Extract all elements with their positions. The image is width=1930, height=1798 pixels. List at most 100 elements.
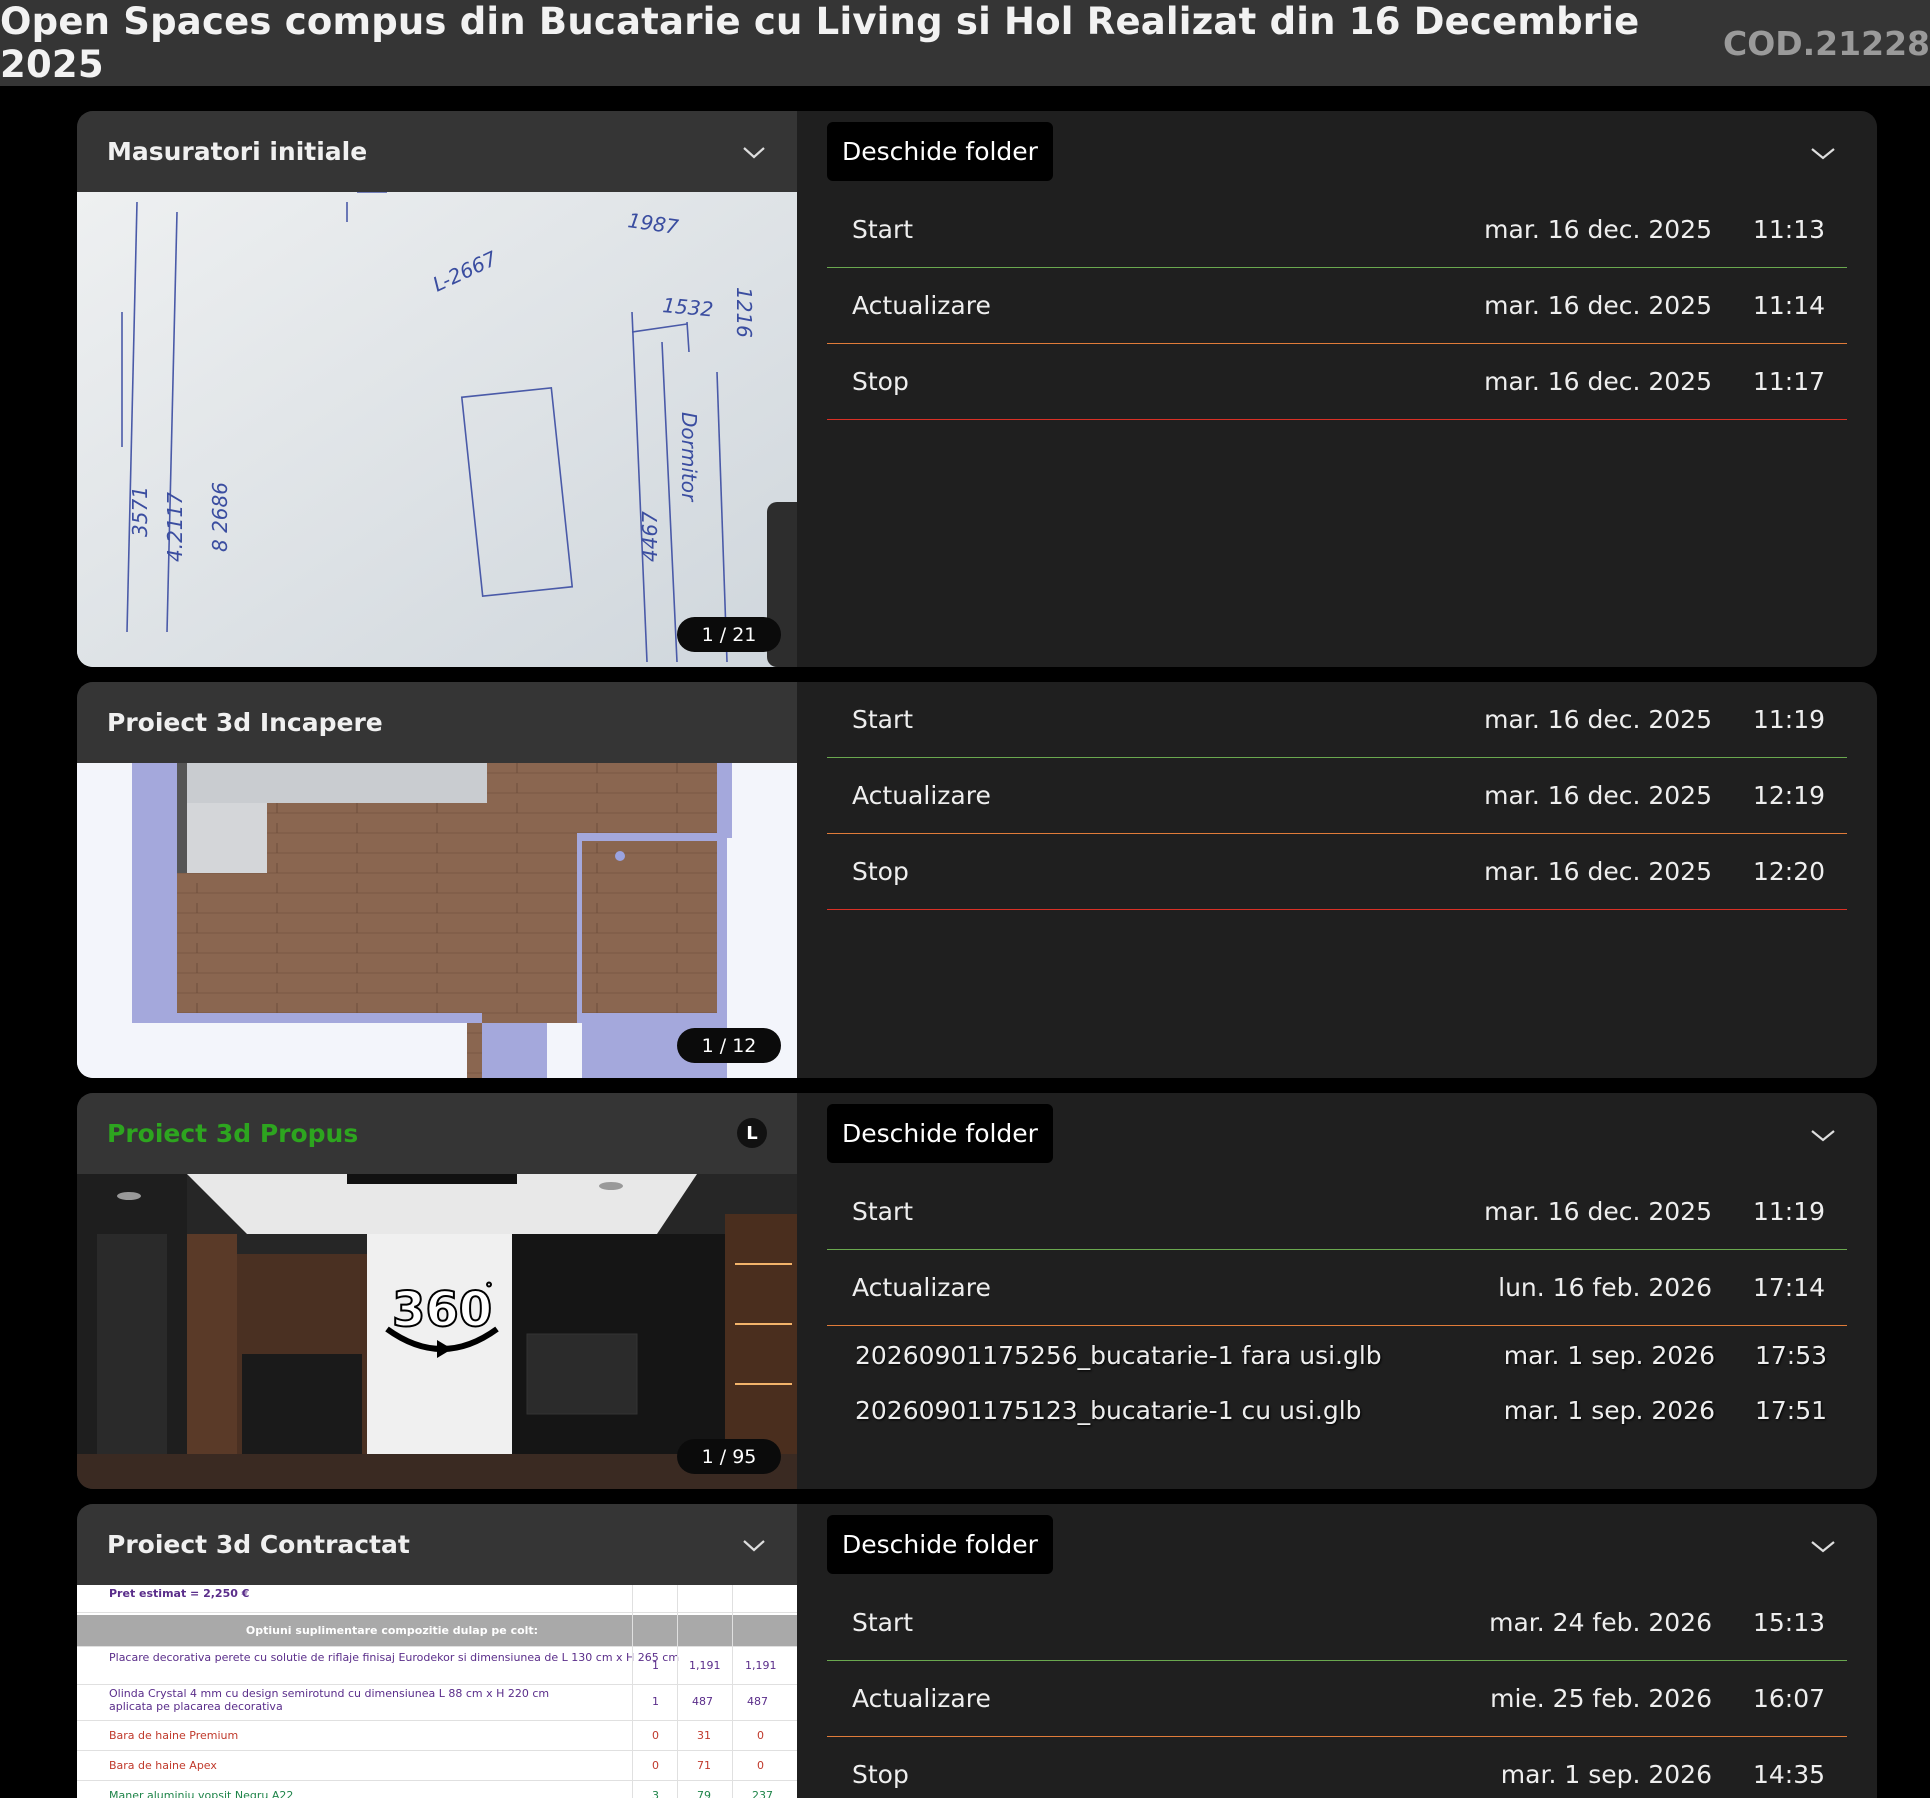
section-proiect-propus: Proiect 3d Propus L 360 ° 1 / 95 Deschid… bbox=[77, 1093, 1877, 1489]
timeline-row-update: Actualizare mar. 16 dec. 2025 11:14 bbox=[827, 268, 1847, 344]
row-date: mar. 16 dec. 2025 bbox=[1484, 857, 1712, 886]
svg-text:1532: 1532 bbox=[662, 293, 715, 321]
row-time: 12:20 bbox=[1752, 857, 1825, 886]
row-date: mie. 25 feb. 2026 bbox=[1490, 1684, 1712, 1713]
row-date: mar. 16 dec. 2025 bbox=[1484, 367, 1712, 396]
file-date: mar. 1 sep. 2026 bbox=[1503, 1396, 1715, 1425]
estimated-price: Pret estimat = 2,250 € bbox=[109, 1587, 250, 1600]
section-left: Proiect 3d Incapere 1 / 12 bbox=[77, 682, 797, 1078]
file-name: 20260901175256_bucatarie-1 fara usi.glb bbox=[855, 1341, 1382, 1370]
project-code: COD.21228 bbox=[1722, 23, 1930, 63]
row-label: Actualizare bbox=[852, 1273, 991, 1302]
file-date: mar. 1 sep. 2026 bbox=[1503, 1341, 1715, 1370]
handwritten-sketch-image: 1987 L-2667 1532 3571 4.2117 8 2686 4467… bbox=[77, 192, 797, 667]
svg-text:Dormitor: Dormitor bbox=[677, 412, 701, 503]
row-time: 17:14 bbox=[1752, 1273, 1825, 1302]
section-left: Masuratori initiale 1987 L-2667 1532 357… bbox=[77, 111, 797, 667]
row-date: mar. 16 dec. 2025 bbox=[1484, 215, 1712, 244]
360-view-icon[interactable]: 360 ° bbox=[377, 1274, 507, 1364]
section-title: Proiect 3d Propus bbox=[107, 1119, 359, 1148]
svg-text:4.2117: 4.2117 bbox=[163, 492, 187, 562]
file-time: 17:51 bbox=[1754, 1396, 1827, 1425]
svg-text:4467: 4467 bbox=[638, 511, 662, 562]
timeline-row-stop: Stop mar. 16 dec. 2025 11:17 bbox=[827, 344, 1847, 420]
section-masuratori: Masuratori initiale 1987 L-2667 1532 357… bbox=[77, 111, 1877, 667]
row-label: Actualizare bbox=[852, 781, 991, 810]
row-label: Start bbox=[852, 1608, 914, 1637]
row-date: mar. 16 dec. 2025 bbox=[1484, 705, 1712, 734]
timeline-row-stop: Stop mar. 16 dec. 2025 12:20 bbox=[827, 834, 1847, 910]
floorplan-render[interactable]: 1 / 12 bbox=[77, 763, 797, 1078]
section-left: Proiect 3d Propus L 360 ° 1 / 95 bbox=[77, 1093, 797, 1489]
open-folder-button[interactable]: Deschide folder bbox=[827, 122, 1053, 181]
spreadsheet: Pret estimat = 2,250 € Optiuni supliment… bbox=[77, 1585, 797, 1798]
row-date: mar. 16 dec. 2025 bbox=[1484, 291, 1712, 320]
row-time: 14:35 bbox=[1752, 1760, 1825, 1789]
section-right: Deschide folder Start mar. 24 feb. 2026 … bbox=[797, 1504, 1877, 1798]
row-time: 11:14 bbox=[1752, 291, 1825, 320]
row-time: 15:13 bbox=[1752, 1608, 1825, 1637]
row-time: 16:07 bbox=[1752, 1684, 1825, 1713]
interior-render-360[interactable]: 360 ° 1 / 95 bbox=[77, 1174, 797, 1489]
row-label: Stop bbox=[852, 367, 909, 396]
row-time: 11:13 bbox=[1752, 215, 1825, 244]
chevron-down-icon[interactable] bbox=[741, 139, 767, 165]
section-right: Deschide folder Start mar. 16 dec. 2025 … bbox=[797, 1093, 1877, 1489]
image-counter: 1 / 12 bbox=[677, 1028, 781, 1063]
row-date: lun. 16 feb. 2026 bbox=[1498, 1273, 1712, 1302]
timeline-row-update: Actualizare mie. 25 feb. 2026 16:07 bbox=[827, 1661, 1847, 1737]
row-label: Actualizare bbox=[852, 291, 991, 320]
page-header: Open Spaces compus din Bucatarie cu Livi… bbox=[0, 0, 1930, 86]
open-folder-button[interactable]: Deschide folder bbox=[827, 1104, 1053, 1163]
section-title: Proiect 3d Incapere bbox=[107, 708, 383, 737]
sheet-row: Maner aluminiu vopsit Negru A22 3 79 237 bbox=[77, 1781, 797, 1798]
section-header[interactable]: Proiect 3d Contractat bbox=[77, 1504, 797, 1585]
svg-text:8 2686: 8 2686 bbox=[208, 482, 232, 552]
section-proiect-contractat: Proiect 3d Contractat Pret estimat = 2,2… bbox=[77, 1504, 1877, 1798]
image-counter: 1 / 95 bbox=[677, 1439, 781, 1474]
timeline-row-update: Actualizare lun. 16 feb. 2026 17:14 bbox=[827, 1250, 1847, 1326]
row-label: Actualizare bbox=[852, 1684, 991, 1713]
row-label: Stop bbox=[852, 857, 909, 886]
row-date: mar. 24 feb. 2026 bbox=[1489, 1608, 1712, 1637]
open-folder-button[interactable]: Deschide folder bbox=[827, 1515, 1053, 1574]
timeline-row-start: Start mar. 24 feb. 2026 15:13 bbox=[827, 1585, 1847, 1661]
chevron-down-icon[interactable] bbox=[741, 1532, 767, 1558]
sheet-row: Placare decorativa perete cu solutie de … bbox=[77, 1649, 797, 1685]
svg-text:1216: 1216 bbox=[732, 287, 756, 338]
row-label: Start bbox=[852, 705, 914, 734]
row-label: Start bbox=[852, 215, 914, 244]
file-item[interactable]: 20260901175256_bucatarie-1 fara usi.glb … bbox=[827, 1341, 1847, 1391]
section-right: Start mar. 16 dec. 2025 11:19 Actualizar… bbox=[797, 682, 1877, 1078]
section-right: Deschide folder Start mar. 16 dec. 2025 … bbox=[797, 111, 1877, 667]
section-left: Proiect 3d Contractat Pret estimat = 2,2… bbox=[77, 1504, 797, 1798]
row-time: 12:19 bbox=[1752, 781, 1825, 810]
chevron-down-icon[interactable] bbox=[1809, 1532, 1837, 1560]
page-title: Open Spaces compus din Bucatarie cu Livi… bbox=[0, 0, 1640, 86]
row-date: mar. 16 dec. 2025 bbox=[1484, 1197, 1712, 1226]
row-time: 11:19 bbox=[1752, 1197, 1825, 1226]
row-label: Start bbox=[852, 1197, 914, 1226]
contract-sheet-preview[interactable]: Pret estimat = 2,250 € Optiuni supliment… bbox=[77, 1585, 797, 1798]
file-item[interactable]: 20260901175123_bucatarie-1 cu usi.glb ma… bbox=[827, 1396, 1847, 1446]
l-badge-icon[interactable]: L bbox=[737, 1118, 767, 1148]
timeline-row-start: Start mar. 16 dec. 2025 11:19 bbox=[827, 1174, 1847, 1250]
timeline-row-update: Actualizare mar. 16 dec. 2025 12:19 bbox=[827, 758, 1847, 834]
row-label: Stop bbox=[852, 1760, 909, 1789]
section-header[interactable]: Masuratori initiale bbox=[77, 111, 797, 192]
row-time: 11:19 bbox=[1752, 705, 1825, 734]
sheet-row: Bara de haine Premium 0 31 0 bbox=[77, 1721, 797, 1751]
section-title: Masuratori initiale bbox=[107, 137, 368, 166]
chevron-down-icon[interactable] bbox=[1809, 139, 1837, 167]
timeline-row-start: Start mar. 16 dec. 2025 11:13 bbox=[827, 192, 1847, 268]
sheet-row: Bara de haine Apex 0 71 0 bbox=[77, 1751, 797, 1781]
chevron-down-icon[interactable] bbox=[1809, 1121, 1837, 1149]
svg-text:3571: 3571 bbox=[128, 486, 152, 537]
row-time: 11:17 bbox=[1752, 367, 1825, 396]
row-date: mar. 16 dec. 2025 bbox=[1484, 781, 1712, 810]
svg-text:360: 360 bbox=[392, 1282, 492, 1338]
sheet-row: Olinda Crystal 4 mm cu design semirotund… bbox=[77, 1685, 797, 1721]
section-proiect-incapere: Proiect 3d Incapere 1 / 12 Start mar. 16… bbox=[77, 682, 1877, 1078]
sheet-section-header: Optiuni suplimentare compozitie dulap pe… bbox=[245, 1624, 539, 1637]
measurements-photo[interactable]: 1987 L-2667 1532 3571 4.2117 8 2686 4467… bbox=[77, 192, 797, 667]
